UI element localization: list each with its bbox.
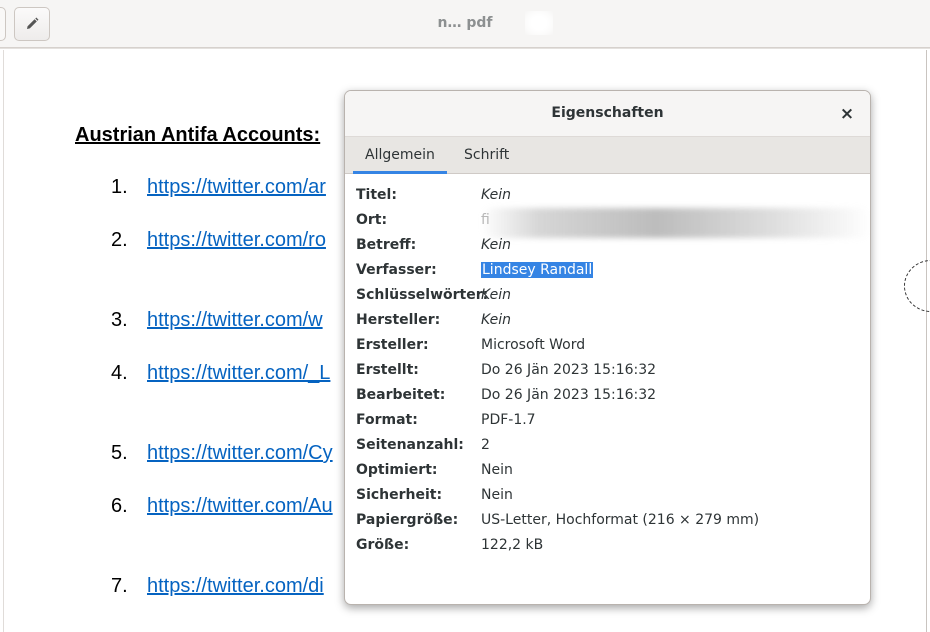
document-heading: Austrian Antifa Accounts:: [75, 124, 321, 146]
property-value[interactable]: Nein: [481, 487, 513, 503]
title-redaction: [525, 11, 553, 35]
dialog-titlebar: Eigenschaften ×: [345, 91, 870, 137]
property-row: Seitenanzahl: 2: [356, 437, 866, 462]
property-row: Papiergröße: US-Letter, Hochformat (216 ×…: [356, 512, 866, 537]
close-button[interactable]: ×: [834, 101, 860, 127]
twitter-link[interactable]: https://twitter.com/Cy: [147, 442, 333, 465]
property-row: Bearbeitet: Do 26 Jän 2023 15:16:32: [356, 387, 866, 412]
property-label: Optimiert:: [356, 462, 438, 478]
document-title: n… pdf: [437, 15, 493, 31]
property-row: Verfasser: Lindsey Randall: [356, 262, 866, 287]
properties-dialog: Eigenschaften × Allgemein Schrift Titel:…: [344, 90, 871, 605]
twitter-link[interactable]: https://twitter.com/ro: [147, 229, 326, 252]
twitter-link[interactable]: https://twitter.com/di: [147, 575, 324, 598]
list-number: 3.: [111, 309, 128, 331]
twitter-link[interactable]: https://twitter.com/ar: [147, 176, 326, 199]
property-row: Ersteller: Microsoft Word: [356, 337, 866, 362]
property-value[interactable]: Do 26 Jän 2023 15:16:32: [481, 387, 656, 403]
property-value[interactable]: Kein: [481, 312, 511, 328]
property-value[interactable]: US-Letter, Hochformat (216 × 279 mm): [481, 512, 759, 528]
property-row: Größe: 122,2 kB: [356, 537, 866, 562]
list-number: 4.: [111, 362, 128, 384]
property-label: Bearbeitet:: [356, 387, 446, 403]
property-label: Hersteller:: [356, 312, 441, 328]
list-number: 1.: [111, 176, 128, 198]
property-label: Verfasser:: [356, 262, 437, 278]
header-separator: [0, 48, 930, 49]
property-row: Erstellt: Do 26 Jän 2023 15:16:32: [356, 362, 866, 387]
property-label: Ort:: [356, 212, 388, 228]
property-row: Sicherheit: Nein: [356, 487, 866, 512]
list-number: 5.: [111, 442, 128, 464]
dialog-title: Eigenschaften: [551, 105, 664, 121]
property-label: Schlüsselwörter:: [356, 287, 489, 303]
property-value[interactable]: Microsoft Word: [481, 337, 585, 353]
twitter-link[interactable]: https://twitter.com/_L: [147, 362, 330, 385]
tab-bar: Allgemein Schrift: [345, 137, 870, 174]
property-value[interactable]: Nein: [481, 462, 513, 478]
property-label: Ersteller:: [356, 337, 429, 353]
property-row: Hersteller: Kein: [356, 312, 866, 337]
property-value[interactable]: Kein: [481, 187, 511, 203]
close-icon: ×: [839, 104, 855, 124]
property-label: Sicherheit:: [356, 487, 443, 503]
header-bar: n… pdf: [0, 0, 930, 48]
property-label: Größe:: [356, 537, 410, 553]
twitter-link[interactable]: https://twitter.com/w: [147, 309, 323, 332]
redaction-blur: [481, 208, 870, 238]
list-number: 7.: [111, 575, 128, 597]
property-label: Seitenanzahl:: [356, 437, 464, 453]
property-row: Optimiert: Nein: [356, 462, 866, 487]
property-value[interactable]: Do 26 Jän 2023 15:16:32: [481, 362, 656, 378]
property-row: Schlüsselwörter: Kein: [356, 287, 866, 312]
tab-schrift[interactable]: Schrift: [452, 137, 521, 174]
property-value[interactable]: PDF-1.7: [481, 412, 536, 428]
property-value[interactable]: 2: [481, 437, 490, 453]
property-label: Titel:: [356, 187, 397, 203]
property-label: Erstellt:: [356, 362, 419, 378]
property-row: Betreff: Kein: [356, 237, 866, 262]
property-value[interactable]: Kein: [481, 287, 511, 303]
property-row: Format: PDF-1.7: [356, 412, 866, 437]
twitter-link[interactable]: https://twitter.com/Au: [147, 495, 333, 518]
property-value[interactable]: 122,2 kB: [481, 537, 543, 553]
property-value[interactable]: Kein: [481, 237, 511, 253]
property-label: Papiergröße:: [356, 512, 459, 528]
list-number: 2.: [111, 229, 128, 251]
property-value[interactable]: Lindsey Randall: [481, 262, 594, 278]
property-label: Format:: [356, 412, 418, 428]
list-number: 6.: [111, 495, 128, 517]
tab-allgemein[interactable]: Allgemein: [353, 137, 447, 174]
property-label: Betreff:: [356, 237, 417, 253]
property-row: Ort:fi: [356, 208, 870, 238]
